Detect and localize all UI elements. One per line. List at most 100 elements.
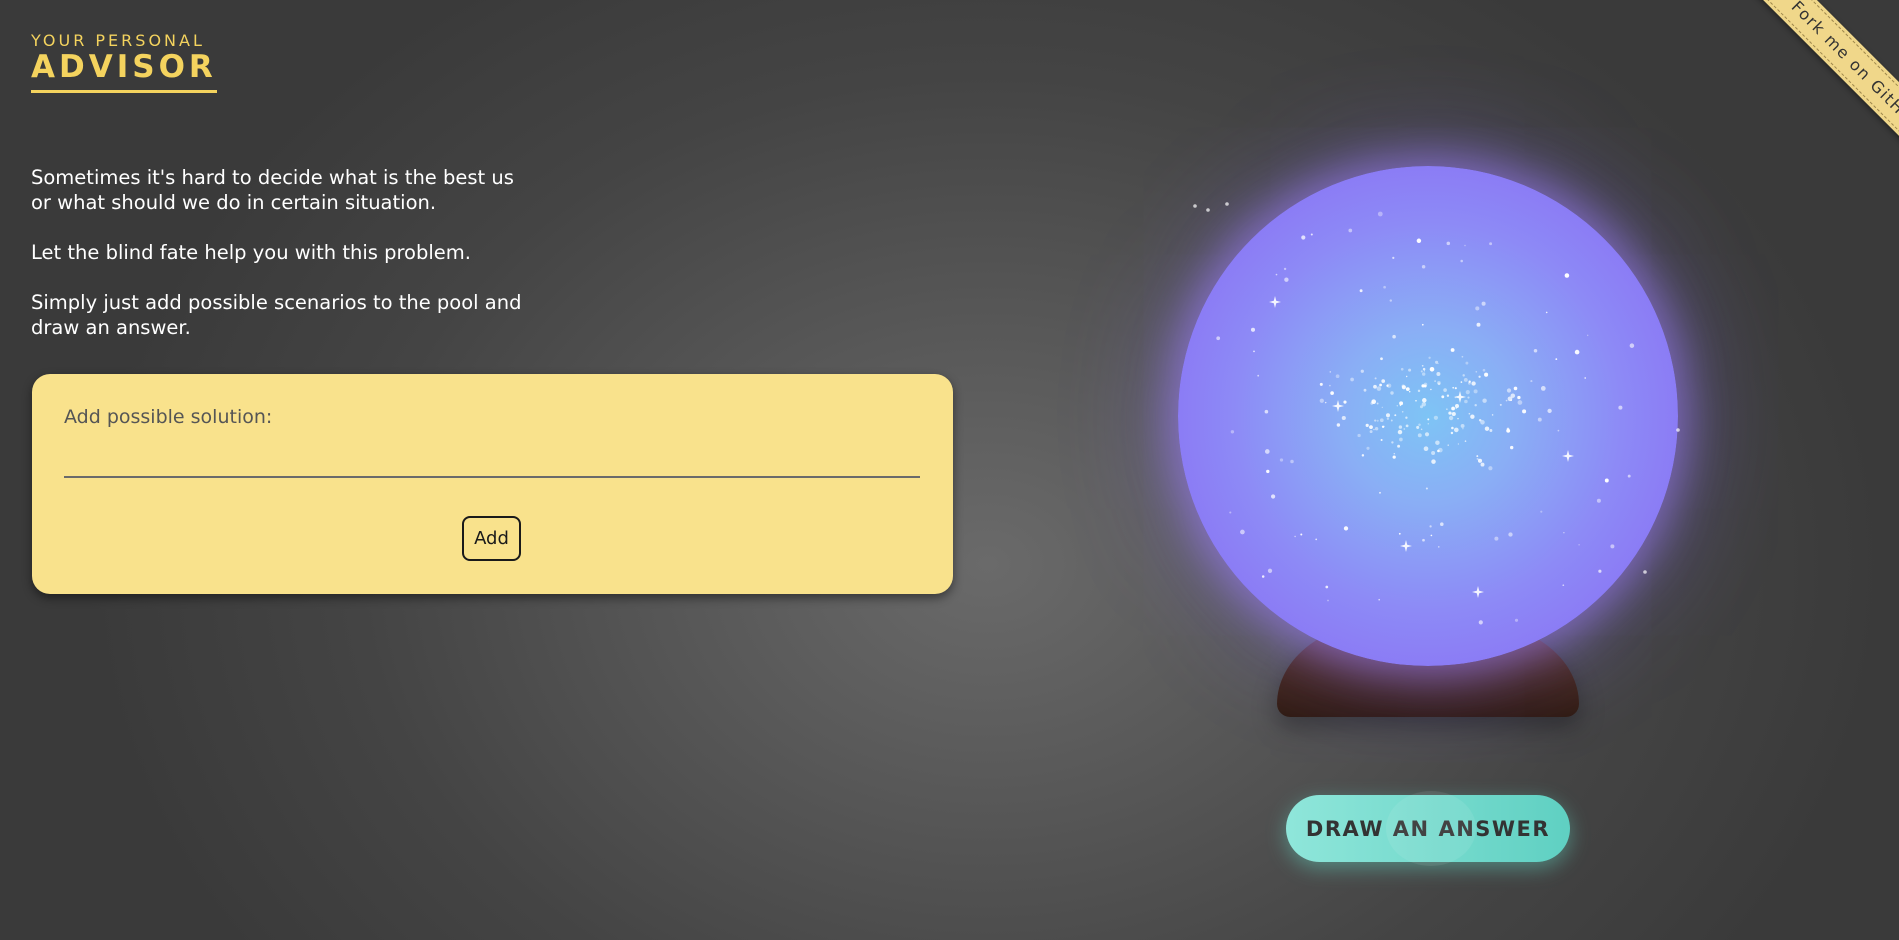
star-glint [1400, 540, 1412, 552]
intro-paragraph-2: Let the blind fate help you with this pr… [31, 241, 471, 264]
sparkle [1484, 426, 1490, 431]
sparkle [1460, 423, 1465, 428]
intro-paragraph-3-line-1: Simply just add possible scenarios to th… [31, 291, 522, 314]
fork-on-github-link[interactable]: Fork me on GitHub! [1739, 0, 1899, 189]
sparkle [1467, 396, 1470, 399]
sparkle [1363, 388, 1367, 392]
sparkle [1329, 371, 1332, 373]
sparkle [1428, 356, 1431, 359]
sparkle [1433, 415, 1439, 420]
sparkle [1392, 334, 1396, 339]
add-button[interactable]: Add [462, 516, 521, 561]
sparkle [1423, 382, 1428, 387]
sparkle [1424, 432, 1430, 437]
sparkle [1476, 455, 1479, 458]
sparkle [1399, 404, 1402, 407]
sparkle [1283, 267, 1287, 271]
sparkle [1319, 398, 1324, 403]
sparkle [1417, 389, 1421, 393]
sparkle [1604, 478, 1609, 483]
sparkle [1393, 452, 1396, 455]
sparkle [1435, 440, 1440, 445]
sparkle [1421, 402, 1427, 407]
sparkle [1418, 423, 1421, 427]
star-glint [1472, 586, 1484, 598]
sparkle [1618, 405, 1623, 410]
sparkle [1506, 427, 1510, 431]
sparkle [1450, 431, 1454, 435]
sparkle [1431, 451, 1436, 455]
sparkle [1510, 393, 1516, 398]
sparkle [1365, 423, 1369, 427]
sparkle [1491, 414, 1494, 416]
sparkle [1471, 381, 1476, 386]
sparkle [1475, 306, 1480, 311]
sparkle [1457, 443, 1460, 445]
intro-paragraph-3: Simply just add possible scenarios to th… [31, 290, 551, 340]
sparkle [1300, 533, 1303, 536]
sparkle [1431, 459, 1436, 464]
sparkle [1435, 360, 1439, 364]
sparkle [1374, 427, 1379, 431]
star-glint [1269, 296, 1281, 308]
sparkle [1598, 569, 1602, 573]
sparkle [1270, 494, 1276, 499]
sparkle [1301, 235, 1306, 240]
sparkle [1386, 417, 1390, 420]
sparkle [1434, 380, 1436, 382]
intro-text: Sometimes it's hard to decide what is th… [31, 165, 551, 365]
sparkle [1378, 598, 1380, 601]
sparkle [1408, 390, 1411, 393]
sparkle [1383, 285, 1386, 289]
sparkle [1390, 419, 1393, 422]
sparkle [1416, 425, 1420, 429]
sparkle [1373, 428, 1375, 431]
sparkle [1264, 409, 1269, 414]
sparkle [1451, 411, 1456, 417]
sparkle [1629, 343, 1635, 348]
draw-answer-button[interactable]: DRAW AN ANSWER [1286, 791, 1570, 866]
sparkle [1476, 322, 1481, 327]
sparkle [1478, 620, 1483, 625]
sparkle [1482, 398, 1487, 403]
sparkle [1557, 429, 1560, 432]
sparkle [1379, 491, 1381, 494]
sparkle [1399, 437, 1403, 442]
sparkle [1294, 535, 1296, 538]
sparkle [1488, 466, 1493, 471]
sparkle [1284, 277, 1289, 282]
sparkle [1335, 374, 1340, 379]
sparkle [1390, 391, 1394, 395]
sparkle [1279, 458, 1284, 462]
sparkle [1448, 415, 1454, 421]
sparkle [1230, 430, 1235, 434]
sparkle [1257, 374, 1260, 377]
sparkle [1374, 419, 1377, 422]
sparkle [1441, 395, 1445, 399]
sparkle [1315, 538, 1318, 541]
sparkle [1530, 380, 1533, 383]
sparkle [1383, 425, 1385, 428]
sparkle [1448, 411, 1452, 415]
sparkle [1325, 585, 1329, 589]
sparkle [1415, 399, 1417, 402]
sparkle [1481, 301, 1486, 306]
crystal-ball-sparkles [1216, 211, 1635, 625]
solution-input[interactable] [64, 444, 920, 478]
sparkle [1423, 370, 1425, 372]
sparkle [1476, 457, 1479, 460]
sparkle [1398, 425, 1403, 429]
sparkle [1430, 388, 1432, 391]
sparkle [1380, 357, 1383, 361]
github-ribbon: Fork me on GitHub! [1679, 0, 1899, 220]
sparkle [1455, 404, 1459, 408]
sparkle [1422, 372, 1426, 376]
sparkle [1478, 419, 1482, 422]
sparkle [1422, 538, 1425, 542]
sparkle [1430, 534, 1433, 537]
sparkle [1329, 384, 1331, 387]
sparkle [1446, 394, 1450, 397]
sparkle [1510, 399, 1512, 401]
sparkle [1250, 327, 1256, 332]
sparkle [1359, 289, 1363, 293]
